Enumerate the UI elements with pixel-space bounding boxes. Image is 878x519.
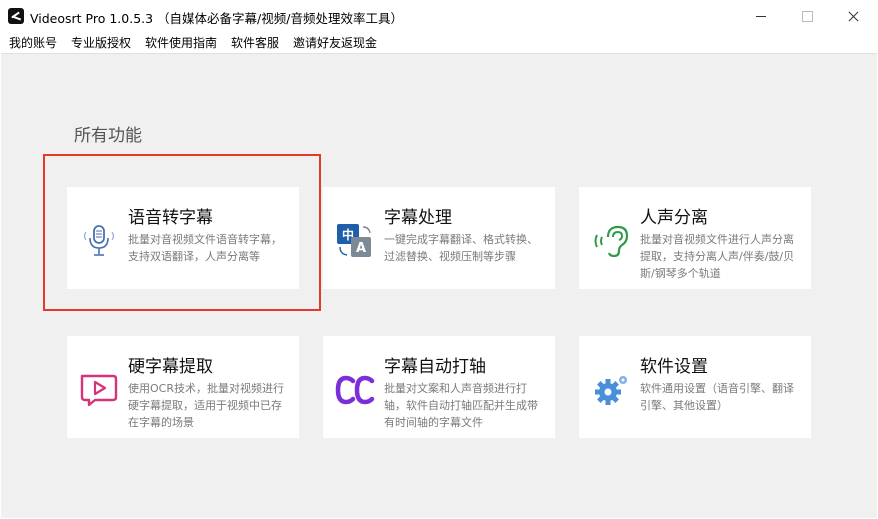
section-title: 所有功能 (74, 126, 142, 146)
card-description: 批量对文案和人声音频进行打轴，软件自动打轴匹配并生成带有时间轴的字幕文件 (384, 382, 538, 429)
card-description: 一键完成字幕翻译、格式转换、过滤替换、视频压制等步骤 (384, 233, 538, 263)
card-description: 软件通用设置（语音引擎、翻译引擎、其他设置） (640, 382, 794, 412)
app-logo-icon (8, 8, 24, 24)
menu-pro-license[interactable]: 专业版授权 (71, 34, 131, 51)
menu-bar: 我的账号 专业版授权 软件使用指南 软件客服 邀请好友返现金 (0, 32, 878, 52)
ear-icon (594, 225, 629, 258)
card-title: 硬字幕提取 (128, 357, 213, 377)
card-settings[interactable]: 软件设置 软件通用设置（语音引擎、翻译引擎、其他设置） (579, 336, 811, 438)
menu-user-guide[interactable]: 软件使用指南 (145, 34, 217, 51)
card-title: 软件设置 (640, 357, 708, 377)
menu-my-account[interactable]: 我的账号 (9, 34, 57, 51)
card-auto-timeline[interactable]: 字幕自动打轴 批量对文案和人声音频进行打轴，软件自动打轴匹配并生成带有时间轴的字… (323, 336, 555, 438)
card-vocal-separation[interactable]: 人声分离 批量对音视频文件进行人声分离提取，支持分离人声/伴奏/鼓/贝斯/钢琴多… (579, 187, 811, 289)
window-title: Videosrt Pro 1.0.5.3 （自媒体必备字幕/视频/音频处理效率工… (30, 11, 403, 26)
title-bar: Videosrt Pro 1.0.5.3 （自媒体必备字幕/视频/音频处理效率工… (0, 0, 878, 32)
card-title: 字幕自动打轴 (384, 357, 486, 377)
card-title: 人声分离 (640, 208, 708, 228)
close-button[interactable] (830, 0, 876, 32)
card-description: 使用OCR技术，批量对视频进行硬字幕提取，适用于视频中已存在字幕的场景 (128, 382, 284, 429)
svg-text:A: A (356, 241, 366, 256)
selection-highlight (43, 154, 321, 311)
translate-icon: 中 A (337, 224, 371, 257)
card-hard-subtitle-extract[interactable]: 硬字幕提取 使用OCR技术，批量对视频进行硬字幕提取，适用于视频中已存在字幕的场… (67, 336, 299, 438)
card-title: 字幕处理 (384, 208, 452, 228)
card-description: 批量对音视频文件进行人声分离提取，支持分离人声/伴奏/鼓/贝斯/钢琴多个轨道 (640, 233, 795, 280)
card-subtitle-processing[interactable]: 中 A 字幕处理 一键完成字幕翻译、格式转换、过滤替换、视频压制等步骤 (323, 187, 555, 289)
minimize-button[interactable] (738, 0, 784, 32)
menu-invite-friends[interactable]: 邀请好友返现金 (293, 34, 377, 51)
maximize-button[interactable] (784, 0, 830, 32)
menu-support[interactable]: 软件客服 (231, 34, 279, 51)
play-screen-icon (80, 374, 118, 407)
cc-icon (335, 375, 375, 405)
gear-icon (595, 376, 627, 405)
